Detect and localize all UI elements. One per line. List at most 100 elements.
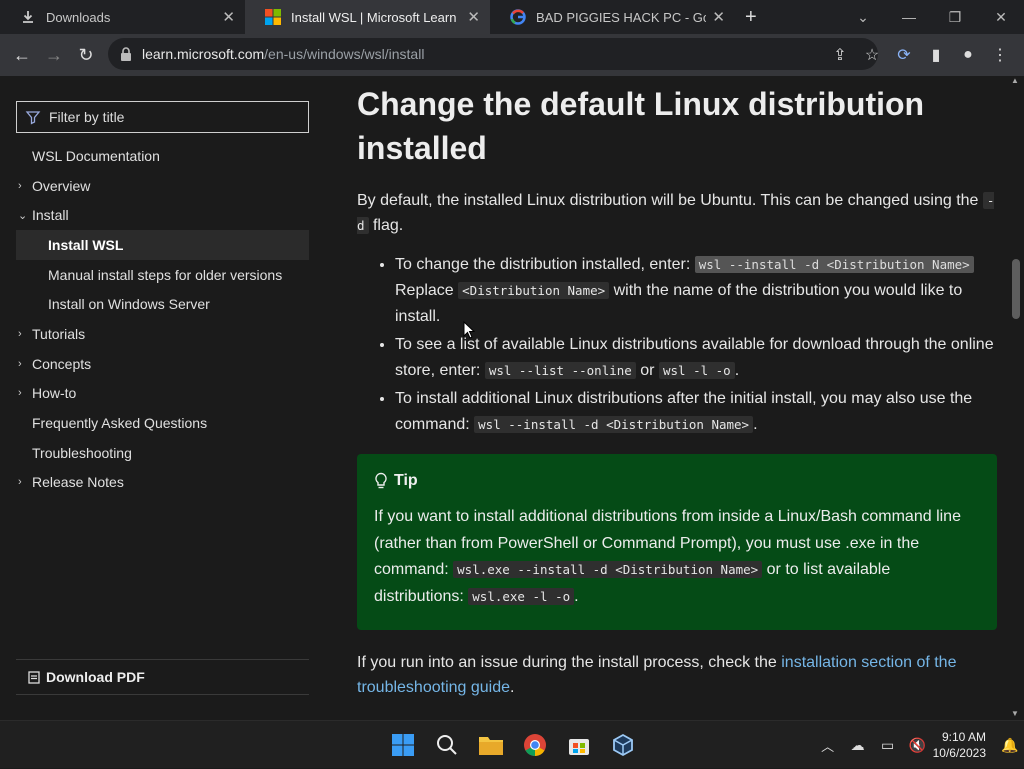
show-hidden-icons-chevron-icon[interactable]: ︿ [813, 736, 843, 755]
sidebar-item[interactable]: Frequently Asked Questions [16, 408, 309, 438]
volume-muted-icon[interactable]: 🔇 [903, 737, 933, 754]
toc-list: WSL Documentation › Overview ⌄ Install Instal… [16, 141, 309, 497]
tip-body: If you want to install additional distri… [374, 504, 980, 610]
store-icon[interactable] [565, 731, 593, 759]
article-content: Change the default Linux distribution in… [357, 76, 997, 720]
sidebar-item[interactable]: › Tutorials [16, 319, 309, 349]
menu-kebab-icon[interactable]: ⋮ [984, 45, 1016, 65]
sidebar-item[interactable]: Install WSL [16, 230, 309, 260]
sidebar-item-label: Install on Windows Server [48, 296, 210, 313]
tip-title: Tip [394, 472, 418, 489]
close-window-icon[interactable]: ✕ [978, 9, 1024, 26]
sidebar-item[interactable]: › How-to [16, 379, 309, 409]
code-inline: wsl --install -d <Distribution Name> [474, 416, 754, 433]
close-tab-icon[interactable]: ✕ [712, 8, 725, 26]
intro-text: By default, the installed Linux distribu… [357, 192, 979, 209]
page-scrollbar[interactable]: ▲ ▼ [1007, 76, 1024, 720]
system-tray: ︿ ☁ ▭ 🔇 9:10 AM 10/6/2023 🔔 [813, 721, 1024, 769]
share-icon[interactable]: ⇪ [824, 45, 856, 65]
page-title: Change the default Linux distribution in… [357, 86, 925, 166]
sidebar-item[interactable]: Manual install steps for older versions [16, 260, 309, 290]
file-explorer-icon[interactable] [477, 731, 505, 759]
new-tab-button[interactable]: + [745, 6, 757, 29]
bullet-text: To change the distribution installed, en… [395, 256, 691, 273]
chrome-icon[interactable] [521, 731, 549, 759]
onedrive-icon[interactable]: ☁ [843, 737, 873, 754]
tab-search-icon[interactable]: ⌄ [840, 9, 886, 26]
start-windows-icon[interactable] [389, 731, 417, 759]
intro-text-end: flag. [372, 217, 404, 234]
toc-sidebar: Filter by title WSL Documentation › Overvi… [0, 76, 325, 720]
clock-date: 10/6/2023 [932, 746, 986, 760]
download-pdf-button[interactable]: Download PDF [16, 659, 309, 695]
sidebar-item-label: Troubleshooting [32, 444, 132, 461]
chevron-right-icon[interactable]: › [18, 358, 22, 370]
sidebar-item-label: Frequently Asked Questions [32, 415, 208, 432]
tip-text: . [574, 587, 579, 605]
notification-bell-icon[interactable]: 🔔 [996, 737, 1024, 754]
minimize-icon[interactable]: — [886, 9, 932, 25]
tab-install-wsl[interactable]: Install WSL | Microsoft Learn ✕ [245, 0, 490, 34]
sidebar-item-label: WSL Documentation [32, 147, 160, 164]
sidebar-item[interactable]: › Overview [16, 171, 309, 201]
sidebar-item-label: Manual install steps for older versions [48, 266, 283, 283]
chevron-right-icon[interactable]: › [18, 476, 22, 488]
tab-bad-piggies[interactable]: BAD PIGGIES HACK PC - Google ✕ [490, 0, 735, 34]
filter-input[interactable]: Filter by title [16, 101, 309, 133]
scroll-down-icon[interactable]: ▼ [1011, 709, 1019, 718]
sidebar-item[interactable]: › Release Notes [16, 468, 309, 498]
forward-icon[interactable]: → [38, 45, 70, 66]
taskbar-clock[interactable]: 9:10 AM 10/6/2023 [933, 729, 986, 761]
tab-downloads[interactable]: Downloads ✕ [0, 0, 245, 34]
downloads-progress-icon[interactable]: ⟳ [888, 45, 920, 65]
url-host: learn.microsoft.com [142, 46, 265, 62]
close-tab-icon[interactable]: ✕ [467, 8, 480, 26]
bookmark-star-icon[interactable]: ☆ [856, 45, 888, 65]
close-tab-icon[interactable]: ✕ [222, 8, 235, 26]
sidebar-item[interactable]: WSL Documentation [16, 141, 309, 171]
lightbulb-icon [375, 472, 387, 489]
sidebar-item[interactable]: › Concepts [16, 349, 309, 379]
bullet-text: or [640, 362, 655, 379]
restore-icon[interactable]: ❐ [932, 9, 978, 26]
side-panel-icon[interactable]: ▮ [920, 45, 952, 65]
chevron-right-icon[interactable]: › [18, 328, 22, 340]
sidebar-item[interactable]: ⌄ Install [16, 200, 309, 230]
bullet-list: To change the distribution installed, en… [357, 252, 997, 438]
url-path: /en-us/windows/wsl/install [264, 46, 425, 62]
search-icon[interactable] [433, 731, 461, 759]
network-icon[interactable]: ▭ [873, 737, 903, 754]
address-bar[interactable]: learn.microsoft.com/en-us/windows/wsl/in… [108, 38, 878, 70]
tab-bar: Downloads ✕ Install WSL | Microsoft Lear… [0, 0, 1024, 34]
scroll-up-icon[interactable]: ▲ [1011, 76, 1019, 85]
paragraph-text: If you run into an issue during the inst… [357, 654, 777, 671]
sidebar-item-label: Concepts [32, 355, 92, 372]
sidebar-item-label: How-to [32, 385, 77, 402]
google-logo-icon [510, 9, 526, 25]
chevron-right-icon[interactable]: › [18, 180, 22, 192]
sidebar-item[interactable]: Troubleshooting [16, 438, 309, 468]
tip-header: Tip [374, 472, 980, 490]
lock-icon[interactable] [120, 47, 132, 61]
download-pdf-label: Download PDF [46, 669, 145, 685]
filter-funnel-icon [25, 111, 41, 125]
sidebar-item[interactable]: Install on Windows Server [16, 289, 309, 319]
bullet-text: . [753, 416, 758, 433]
reload-icon[interactable]: ↻ [70, 45, 102, 66]
scrollbar-thumb[interactable] [1012, 259, 1020, 319]
bullet-text: . [734, 362, 740, 379]
profile-avatar-icon[interactable]: ● [952, 46, 984, 64]
sidebar-item-label: Install WSL [48, 236, 124, 253]
code-inline: wsl -l -o [658, 362, 735, 379]
back-icon[interactable]: ← [6, 45, 38, 66]
virtualbox-icon[interactable] [609, 731, 637, 759]
sidebar-item-label: Release Notes [32, 474, 124, 491]
tab-label: Downloads [46, 9, 111, 25]
chevron-down-icon[interactable]: ⌄ [18, 209, 27, 222]
address-toolbar: ← → ↻ learn.microsoft.com/en-us/windows/… [0, 34, 1024, 76]
tab-label: BAD PIGGIES HACK PC - Google [536, 9, 706, 25]
toolbar-icons: ⇪ ☆ ⟳ ▮ ● ⋮ [824, 34, 1016, 76]
chevron-right-icon[interactable]: › [18, 387, 22, 399]
clock-time: 9:10 AM [941, 730, 986, 744]
paragraph-text: . [510, 679, 515, 696]
